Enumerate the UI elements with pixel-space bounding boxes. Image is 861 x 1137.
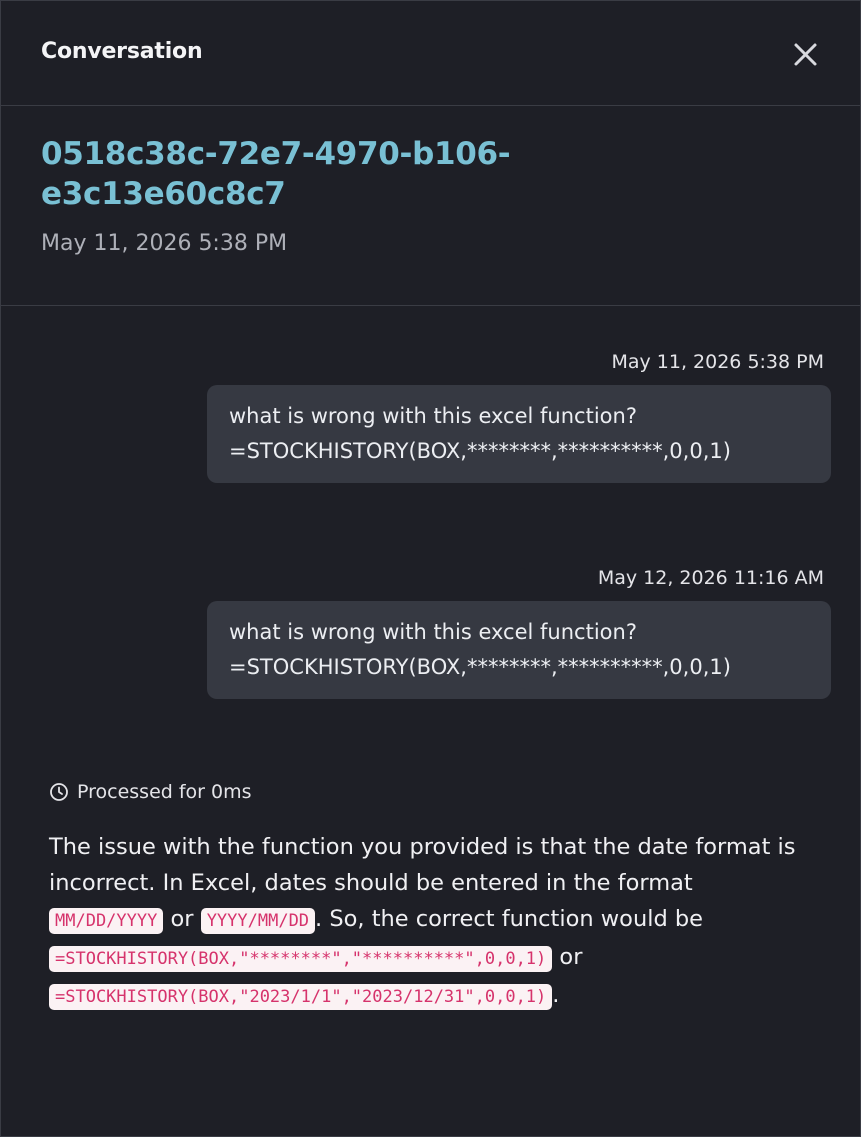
- inline-code: =STOCKHISTORY(BOX,"********","**********…: [49, 946, 553, 972]
- close-button[interactable]: [787, 37, 823, 73]
- message-line: =STOCKHISTORY(BOX,********,**********,0,…: [229, 439, 731, 463]
- message-timestamp: May 11, 2026 5:38 PM: [611, 351, 824, 373]
- conversation-panel: Conversation 0518c38c-72e7-4970-b106-e3c…: [0, 0, 861, 1137]
- response-text: .: [552, 982, 560, 1008]
- response-text: or: [552, 944, 583, 970]
- clock-icon: [50, 783, 68, 801]
- response-text: The issue with the function you provided…: [49, 834, 796, 896]
- user-message-bubble: what is wrong with this excel function? …: [207, 601, 831, 699]
- message-line: =STOCKHISTORY(BOX,********,**********,0,…: [229, 655, 731, 679]
- message-timestamp: May 12, 2026 11:16 AM: [597, 567, 824, 589]
- response-text: or: [163, 906, 201, 932]
- conversation-id[interactable]: 0518c38c-72e7-4970-b106-e3c13e60c8c7: [41, 134, 511, 214]
- user-message-bubble: what is wrong with this excel function? …: [207, 385, 831, 483]
- panel-title: Conversation: [41, 39, 203, 64]
- conversation-meta: 0518c38c-72e7-4970-b106-e3c13e60c8c7 May…: [1, 106, 860, 306]
- panel-header: Conversation: [1, 1, 860, 106]
- processed-status: Processed for 0ms: [49, 781, 252, 803]
- message-line: what is wrong with this excel function?: [229, 404, 637, 428]
- processed-label: Processed for 0ms: [77, 781, 252, 803]
- inline-code: YYYY/MM/DD: [200, 908, 316, 934]
- message-line: what is wrong with this excel function?: [229, 620, 637, 644]
- response-text: . So, the correct function would be: [315, 906, 704, 932]
- inline-code: =STOCKHISTORY(BOX,"2023/1/1","2023/12/31…: [49, 984, 553, 1010]
- conversation-date: May 11, 2026 5:38 PM: [41, 231, 288, 256]
- inline-code: MM/DD/YYYY: [49, 908, 164, 934]
- close-icon: [794, 43, 817, 66]
- assistant-response: The issue with the function you provided…: [49, 829, 809, 1015]
